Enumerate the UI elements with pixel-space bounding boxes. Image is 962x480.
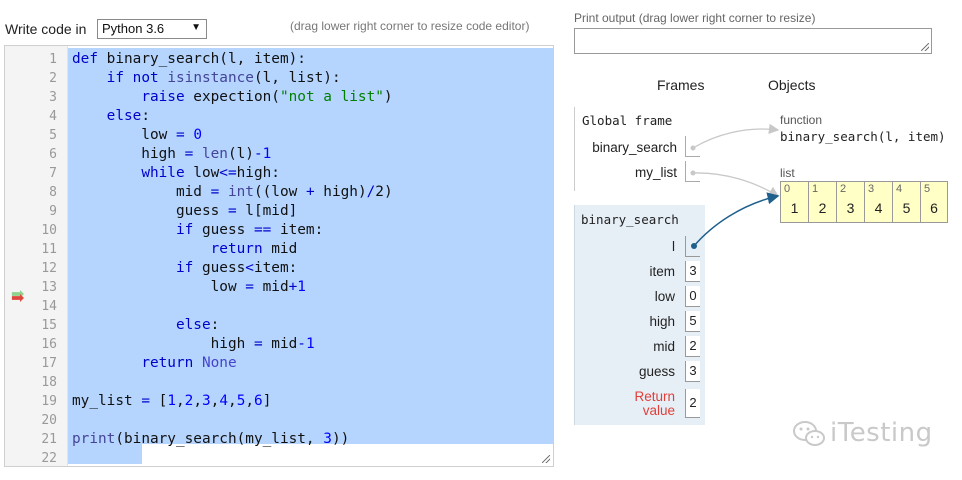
pointer-arrow-my-list xyxy=(692,172,780,197)
watermark-text: iTesting xyxy=(830,418,933,448)
pointer-arrows xyxy=(690,123,780,249)
pointer-arrow-l xyxy=(693,192,780,247)
watermark: iTesting xyxy=(792,416,942,456)
pointer-arrow-binary-search xyxy=(692,123,780,149)
wechat-icon xyxy=(793,421,825,446)
